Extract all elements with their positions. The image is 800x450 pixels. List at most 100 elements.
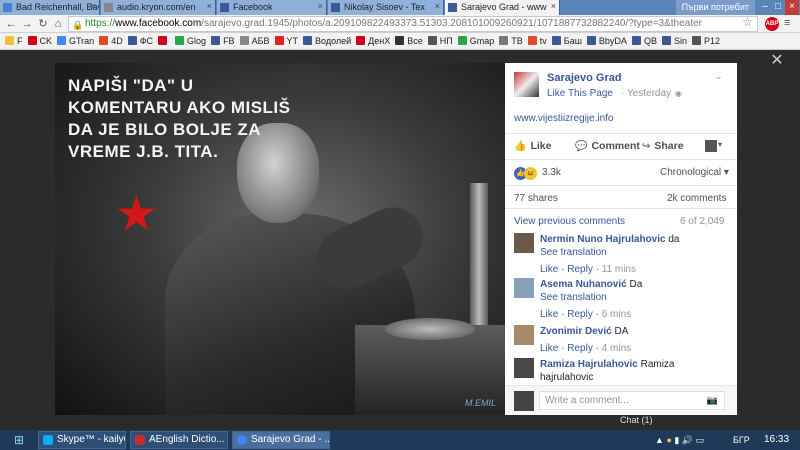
post-link[interactable]: www.vijestiizregije.info: [514, 113, 613, 124]
like-button[interactable]: 👍 Like: [514, 140, 551, 152]
comment-like-link[interactable]: Like: [540, 343, 558, 354]
tab-bad-reichenhall[interactable]: Bad Reichenhall, Bav ×: [0, 0, 100, 15]
taskbar-dictionary[interactable]: AEnglish Dictio...: [130, 431, 228, 449]
tray-arrow-icon[interactable]: ▲: [655, 435, 664, 445]
minimize-icon[interactable]: –: [758, 0, 772, 15]
bookmark-item[interactable]: FB: [211, 33, 235, 49]
bookmark-item[interactable]: ТВ: [499, 33, 523, 49]
bookmark-item[interactable]: Gmap: [457, 33, 494, 49]
comment-author[interactable]: Asema Nuhanović: [540, 279, 627, 290]
bookmark-item[interactable]: Водолей: [303, 33, 351, 49]
tab-facebook[interactable]: Facebook ×: [217, 0, 327, 15]
battery-icon[interactable]: ▭: [696, 435, 705, 445]
page-name-link[interactable]: Sarajevo Grad: [547, 72, 622, 84]
forward-arrow-icon[interactable]: →: [20, 17, 34, 31]
bookmark-star-icon[interactable]: ☆: [742, 15, 753, 29]
viewer-avatar[interactable]: [705, 140, 717, 152]
network-icon[interactable]: ▮: [674, 435, 679, 445]
view-previous-comments-link[interactable]: View previous comments: [514, 216, 625, 227]
comment-reply-link[interactable]: Reply: [567, 309, 593, 320]
bookmark-item[interactable]: ДенХ: [356, 33, 390, 49]
close-icon[interactable]: ×: [318, 1, 323, 11]
close-icon[interactable]: ×: [435, 1, 440, 11]
sort-label: Chronological: [660, 167, 722, 178]
comment-avatar[interactable]: [514, 278, 534, 298]
bookmark-item[interactable]: Glog: [175, 33, 206, 49]
reaction-count[interactable]: 3.3k: [542, 167, 561, 178]
bookmark-item[interactable]: Баш: [551, 33, 582, 49]
post-timestamp[interactable]: · Yesterday ·: [621, 88, 677, 99]
bookmark-item[interactable]: QB: [631, 33, 657, 49]
share-button[interactable]: ↪ Share: [642, 140, 684, 152]
taskbar-chrome[interactable]: Sarajevo Grad - ...: [232, 431, 330, 449]
comment-like-link[interactable]: Like: [540, 309, 558, 320]
bookmark-item[interactable]: НП: [427, 33, 453, 49]
tab-nikolay-sisoev[interactable]: Nikolay Sisoev - Tex ×: [328, 0, 444, 15]
windows-start-icon[interactable]: ⊞: [4, 432, 34, 448]
tab-sarajevo-grad[interactable]: Sarajevo Grad - www ×: [445, 0, 560, 15]
comment-time[interactable]: 11 mins: [602, 264, 636, 275]
comment-author[interactable]: Ramiza Hajrulahovic: [540, 359, 638, 370]
bookmark-item[interactable]: GTran: [57, 33, 94, 49]
comments-count[interactable]: 2k comments: [667, 193, 726, 204]
close-icon[interactable]: ×: [207, 1, 212, 11]
haha-reaction-icon[interactable]: 😆: [524, 167, 537, 180]
bookmark-item[interactable]: 4D: [99, 33, 123, 49]
bookmark-item[interactable]: tv: [527, 33, 547, 49]
comment-author[interactable]: Nermin Nuno Hajrulahovic: [540, 234, 666, 245]
window-close-icon[interactable]: ×: [785, 0, 799, 15]
tray-app-icon[interactable]: ●: [666, 435, 671, 445]
comment-button[interactable]: 💬 Comment: [575, 140, 640, 152]
comment-sort-dropdown[interactable]: Chronological ▾: [660, 167, 729, 178]
home-icon[interactable]: ⌂: [51, 17, 65, 31]
close-icon[interactable]: ×: [91, 1, 96, 11]
comment-reply-link[interactable]: Reply: [567, 264, 593, 275]
bookmark-item[interactable]: Все: [395, 33, 423, 49]
bookmark-item[interactable]: BbyDA: [586, 33, 627, 49]
shares-count[interactable]: 77 shares: [514, 193, 558, 204]
profile-badge[interactable]: Първи потребит: [675, 0, 755, 15]
close-theater-icon[interactable]: ✕: [769, 53, 785, 69]
volume-icon[interactable]: 🔊: [682, 435, 693, 445]
see-translation-link[interactable]: See translation: [540, 246, 730, 259]
comment-avatar[interactable]: [514, 233, 534, 253]
caret-down-icon[interactable]: ▾: [718, 140, 722, 149]
see-translation-link[interactable]: See translation: [540, 291, 730, 304]
reload-icon[interactable]: ↻: [36, 17, 50, 31]
comment-avatar[interactable]: [514, 325, 534, 345]
comment-input[interactable]: Write a comment... 📷: [539, 391, 725, 410]
comment-time[interactable]: 6 mins: [602, 309, 631, 320]
back-arrow-icon[interactable]: ←: [4, 17, 18, 31]
url-protocol: https://: [85, 18, 116, 29]
menu-icon[interactable]: ≡: [784, 17, 790, 29]
comment-like-link[interactable]: Like: [540, 264, 558, 275]
bookmark-item[interactable]: АБВ: [239, 33, 270, 49]
clock[interactable]: 16:33: [764, 430, 789, 450]
theater-photo[interactable]: NAPIŠI "DA" U KOMENTARU AKO MISLIŠ DA JE…: [55, 63, 505, 415]
page-avatar[interactable]: [514, 72, 539, 97]
bookmark-item[interactable]: ФС: [127, 33, 153, 49]
comment-time[interactable]: 4 mins: [602, 343, 631, 354]
taskbar-skype[interactable]: Skype™ - kaily6: [38, 431, 126, 449]
viewer-avatar[interactable]: [514, 391, 534, 411]
close-icon[interactable]: ×: [551, 1, 556, 11]
bookmark-item[interactable]: Sin: [661, 33, 687, 49]
bookmark-item[interactable]: P12: [691, 33, 720, 49]
comment-author[interactable]: Zvonimir Dević: [540, 326, 612, 337]
tab-kryon[interactable]: audio.kryon.com/en ×: [101, 0, 216, 15]
comment-reply-link[interactable]: Reply: [567, 343, 593, 354]
maximize-icon[interactable]: □: [771, 0, 785, 15]
chevron-down-icon[interactable]: ⌄: [715, 71, 723, 82]
address-bar[interactable]: 🔒 https://www.facebook.com/sarajevo.grad…: [68, 16, 758, 32]
adblock-icon[interactable]: ABP: [765, 17, 779, 31]
like-page-link[interactable]: Like This Page: [547, 88, 613, 99]
bookmark-item[interactable]: F: [5, 33, 23, 49]
taskbar-label: Skype™ - kaily6: [57, 434, 126, 445]
bookmark-item[interactable]: [158, 33, 170, 49]
language-indicator[interactable]: БГР: [733, 430, 750, 450]
chat-tab[interactable]: Chat (1): [620, 415, 653, 425]
camera-icon[interactable]: 📷: [707, 395, 718, 406]
comment-avatar[interactable]: [514, 358, 534, 378]
bookmark-item[interactable]: YT: [274, 33, 298, 49]
bookmark-item[interactable]: CK: [27, 33, 52, 49]
